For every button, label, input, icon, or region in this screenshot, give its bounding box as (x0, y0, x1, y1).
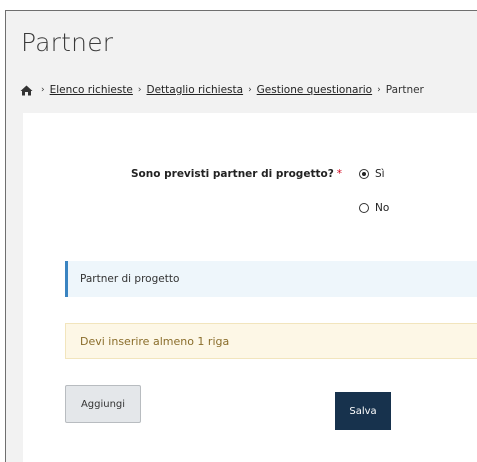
required-marker: * (336, 168, 343, 180)
question-text: Sono previsti partner di progetto? (131, 168, 334, 180)
partner-question-label: Sono previsti partner di progetto? * (131, 168, 342, 180)
add-button[interactable]: Aggiungi (65, 385, 141, 423)
radio-si-label: Sì (375, 168, 385, 180)
breadcrumb: › Elenco richieste › Dettaglio richiesta… (20, 84, 477, 96)
radio-option-si[interactable]: Sì (359, 168, 385, 180)
breadcrumb-separator: › (137, 85, 142, 95)
warning-text: Devi inserire almeno 1 riga (80, 334, 230, 348)
radio-option-no[interactable]: No (359, 202, 389, 214)
radio-no[interactable] (359, 203, 369, 213)
breadcrumb-separator: › (41, 85, 45, 95)
home-icon[interactable] (20, 85, 33, 96)
save-button[interactable]: Salva (335, 392, 391, 430)
warning-message: Devi inserire almeno 1 riga (65, 323, 477, 359)
section-partner-di-progetto: Partner di progetto (65, 261, 477, 297)
radio-no-label: No (375, 202, 390, 214)
breadcrumb-separator: › (377, 85, 381, 95)
breadcrumb-link-dettaglio-richiesta[interactable]: Dettaglio richiesta (147, 84, 244, 96)
breadcrumb-current: Partner (385, 84, 424, 96)
page-frame: Partner › Elenco richieste › Dettaglio r… (5, 10, 477, 462)
breadcrumb-link-elenco-richieste[interactable]: Elenco richieste (50, 84, 133, 96)
form-card: Sono previsti partner di progetto? * Sì N… (23, 113, 477, 462)
breadcrumb-link-gestione-questionario[interactable]: Gestione questionario (257, 84, 372, 96)
radio-si[interactable] (359, 169, 369, 179)
breadcrumb-separator: › (248, 85, 252, 95)
section-title: Partner di progetto (80, 273, 180, 285)
page-title: Partner (21, 28, 114, 57)
